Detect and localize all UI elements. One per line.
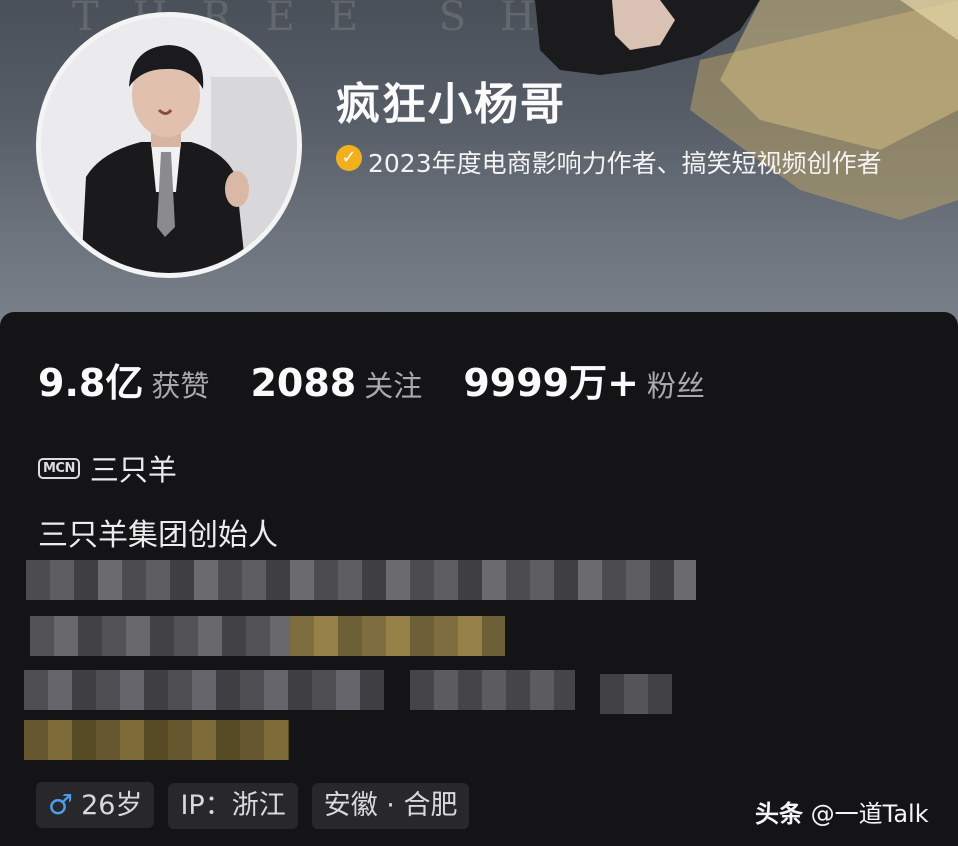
source-watermark: 头条 @一道Talk — [755, 794, 929, 829]
mcn-icon: MCN — [38, 457, 80, 479]
stat-likes[interactable]: 9.8亿 获赞 — [38, 352, 209, 407]
stat-following[interactable]: 2088 关注 — [250, 361, 422, 405]
profile-banner: THREE SHEEP 疯狂小杨哥 ✓ 2023年度电商影响力作者、搞笑短视频创… — [0, 0, 958, 330]
stat-likes-value: 9.8亿 — [38, 361, 144, 405]
male-icon: ♂ — [48, 788, 74, 821]
stat-following-value: 2088 — [250, 361, 357, 405]
tag-gender-age: ♂ 26岁 — [36, 782, 155, 828]
watermark-handle: @一道Talk — [810, 800, 929, 828]
profile-name: 疯狂小杨哥 — [336, 79, 566, 130]
mcn-name: 三只羊 — [89, 453, 177, 487]
check-badge-icon: ✓ — [336, 145, 362, 171]
stat-likes-label: 获赞 — [151, 369, 210, 403]
avatar-photo — [41, 17, 297, 273]
profile-tags: ♂ 26岁 IP：浙江 安徽 · 合肥 — [36, 782, 483, 829]
avatar[interactable] — [36, 12, 302, 278]
stat-following-label: 关注 — [364, 369, 423, 403]
stat-followers-value: 9999万+ — [463, 361, 639, 405]
verification-text: 2023年度电商影响力作者、搞笑短视频创作者 — [368, 149, 882, 178]
tag-ip: IP：浙江 — [168, 783, 298, 829]
mcn-row[interactable]: MCN 三只羊 — [38, 447, 177, 489]
watermark-brand: 头条 — [755, 800, 803, 828]
stat-followers[interactable]: 9999万+ 粉丝 — [463, 352, 705, 407]
tag-age: 26岁 — [81, 790, 143, 821]
tag-location: 安徽 · 合肥 — [311, 783, 470, 829]
bio-first-line: 三只羊集团创始人 — [38, 518, 278, 553]
verification-info: ✓ 2023年度电商影响力作者、搞笑短视频创作者 — [336, 142, 926, 186]
stat-followers-label: 粉丝 — [646, 369, 705, 403]
profile-stats: 9.8亿 获赞 2088 关注 9999万+ 粉丝 — [38, 352, 741, 405]
